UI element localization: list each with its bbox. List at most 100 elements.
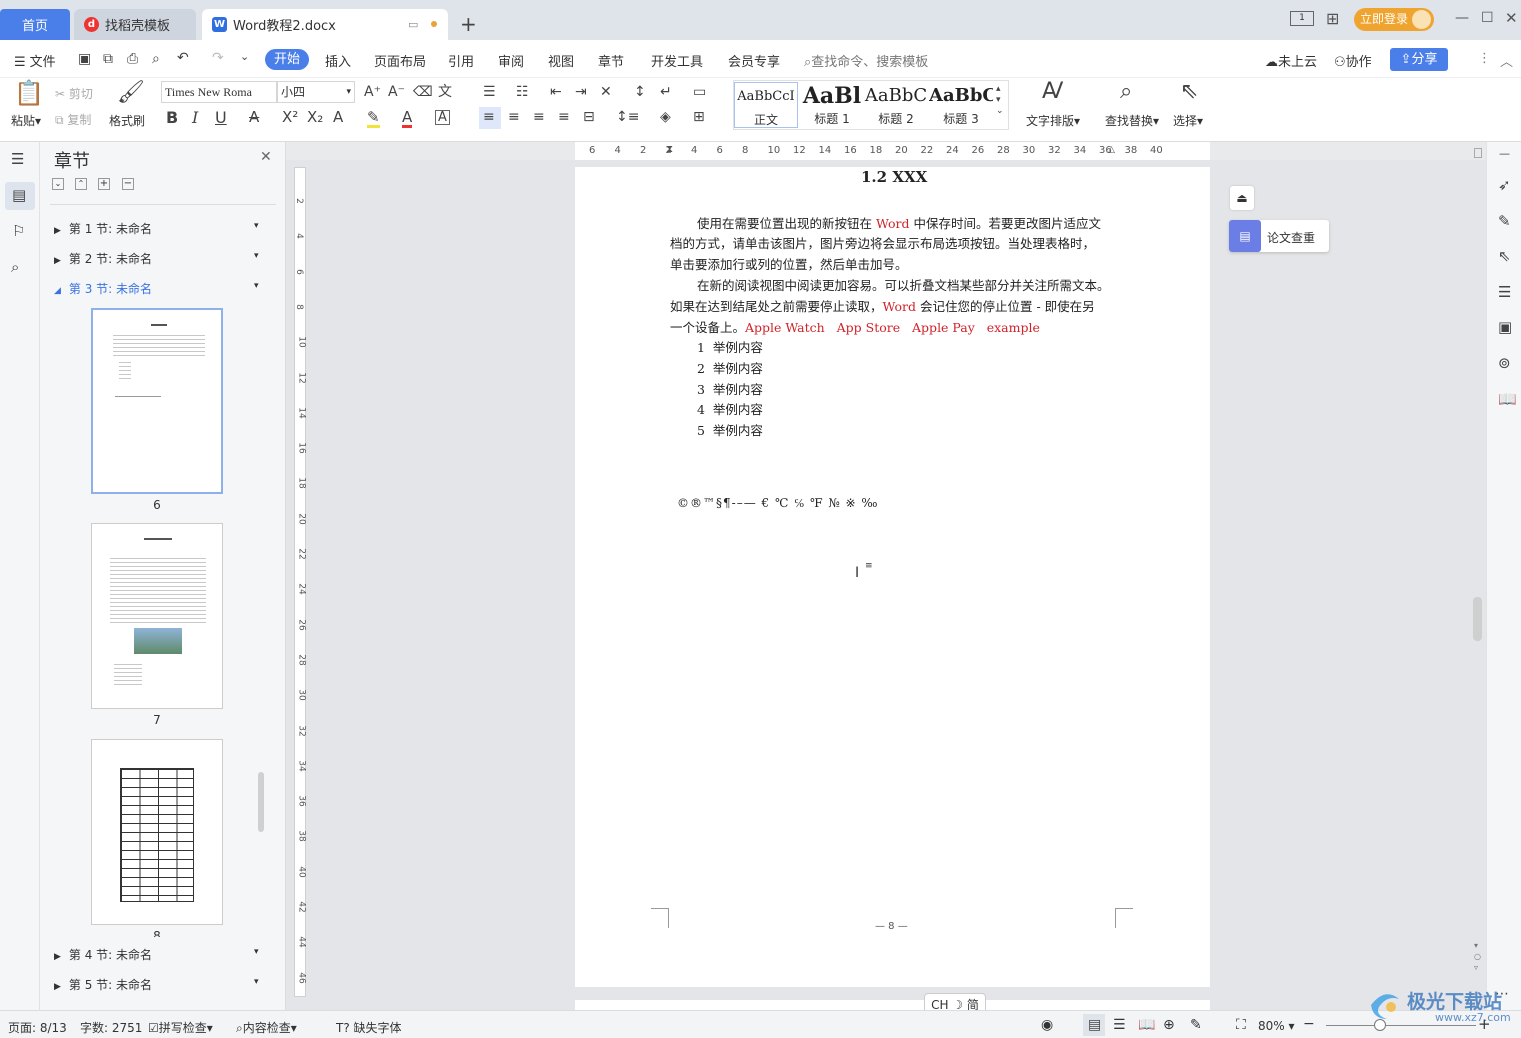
- section-item-4[interactable]: ▶ 第 4 节: 未命名 ▾: [54, 946, 259, 963]
- zoom-out-icon[interactable]: −: [1303, 1016, 1315, 1032]
- new-tab-plus-icon[interactable]: +: [460, 12, 477, 36]
- bullet-list-icon[interactable]: ☰: [483, 85, 496, 99]
- style-heading1[interactable]: AaBl 标题 1: [800, 82, 864, 128]
- italic-icon[interactable]: I: [192, 110, 198, 126]
- clear-format-icon[interactable]: ⌫: [413, 85, 433, 99]
- next-document-page[interactable]: [575, 1000, 1210, 1010]
- copy-button[interactable]: ⧉ 复制: [55, 111, 91, 128]
- book-icon[interactable]: 📖: [1498, 392, 1517, 407]
- tab-references[interactable]: 引用: [448, 51, 474, 70]
- select-button[interactable]: 选择▾: [1173, 112, 1203, 129]
- grow-font-icon[interactable]: A⁺: [364, 85, 381, 99]
- nav-search-icon[interactable]: ⌕: [11, 260, 19, 275]
- print-preview-icon[interactable]: ⌕: [152, 52, 160, 66]
- underline-icon[interactable]: U: [215, 110, 227, 126]
- style-heading3[interactable]: AaBbC 标题 3: [929, 82, 993, 128]
- minimize-icon[interactable]: —: [1455, 10, 1469, 26]
- collapse-ribbon-icon[interactable]: ︿: [1500, 51, 1513, 70]
- outline-view-icon[interactable]: ☰: [1113, 1017, 1126, 1033]
- find-replace-icon[interactable]: ⌕: [1120, 81, 1132, 103]
- style-heading2[interactable]: AaBbC 标题 2: [864, 82, 928, 128]
- add-section-icon[interactable]: +: [98, 178, 110, 190]
- section-menu-icon[interactable]: ▾: [254, 251, 259, 261]
- page-thumbnail-6[interactable]: [91, 308, 223, 494]
- align-center-icon[interactable]: ≡: [508, 110, 520, 124]
- collaborate-button[interactable]: ⚇协作: [1334, 51, 1372, 70]
- char-border-icon[interactable]: A: [435, 110, 450, 125]
- numbered-list-icon[interactable]: ☷: [516, 85, 529, 99]
- table-ruler-icon[interactable]: ▭: [693, 85, 706, 99]
- missing-font-button[interactable]: T? 缺失字体: [336, 1019, 402, 1036]
- collapse-right-icon[interactable]: —: [1499, 148, 1510, 159]
- format-painter-button[interactable]: 格式刷: [109, 112, 145, 129]
- read-view-icon[interactable]: 📖: [1138, 1017, 1155, 1033]
- find-replace-button[interactable]: 查找替换▾: [1105, 112, 1159, 129]
- section-menu-icon[interactable]: ▾: [254, 281, 259, 291]
- justify-icon[interactable]: ≡: [558, 110, 570, 124]
- page-thumbnail-8[interactable]: [91, 739, 223, 925]
- format-painter-icon[interactable]: 🖌: [117, 82, 145, 104]
- word-count[interactable]: 字数: 2751: [80, 1019, 142, 1036]
- close-window-icon[interactable]: ✕: [1505, 9, 1518, 27]
- section-menu-icon[interactable]: ▾: [254, 221, 259, 231]
- distributed-icon[interactable]: ⊟: [583, 110, 595, 124]
- content-check-button[interactable]: ⌕内容检查▾: [236, 1019, 297, 1036]
- zoom-select[interactable]: 80% ▾: [1258, 1019, 1295, 1033]
- remove-section-icon[interactable]: −: [122, 178, 134, 190]
- section-menu-icon[interactable]: ▾: [254, 947, 259, 957]
- increase-indent-icon[interactable]: ⇥: [575, 85, 587, 99]
- align-right-icon[interactable]: ≡: [533, 110, 545, 124]
- page-thumbnail-7[interactable]: [91, 523, 223, 709]
- export-pdf-icon[interactable]: ⧉: [103, 52, 113, 66]
- show-marks-icon[interactable]: ↵: [660, 85, 672, 99]
- font-size-select[interactable]: 小四 ▾: [277, 81, 355, 103]
- apps-grid-icon[interactable]: ⊞: [1326, 9, 1339, 28]
- sort-icon[interactable]: ↕: [634, 85, 646, 99]
- chinese-layout-icon[interactable]: ✕: [600, 85, 612, 99]
- superscript-icon[interactable]: X²: [282, 110, 298, 125]
- tab-chapter[interactable]: 章节: [598, 51, 624, 70]
- outline-icon[interactable]: ☰: [11, 152, 24, 167]
- font-name-select[interactable]: Times New Roma: [161, 81, 277, 103]
- expand-all-icon[interactable]: ⌃: [75, 178, 87, 190]
- borders-icon[interactable]: ⊞: [693, 110, 705, 124]
- vertical-ruler[interactable]: 2 4 6 8 10 12 14 16 18 20 22 24 26 28 30 32 34 36 38 40 42 44…: [294, 167, 307, 997]
- cut-button[interactable]: ✂ 剪切: [55, 85, 93, 102]
- command-search[interactable]: ⌕查找命令、搜索模板: [804, 51, 928, 70]
- section-menu-icon[interactable]: ▾: [254, 977, 259, 987]
- right-indent-marker-icon[interactable]: △: [1108, 145, 1115, 155]
- section-item-5[interactable]: ▶ 第 5 节: 未命名 ▾: [54, 976, 259, 993]
- share-button[interactable]: ⇪分享: [1390, 48, 1448, 71]
- text-effect-icon[interactable]: A: [333, 110, 343, 125]
- save-icon[interactable]: ▣: [78, 52, 91, 66]
- paste-button[interactable]: 粘贴▾: [11, 112, 41, 129]
- print-icon[interactable]: ⎙: [127, 52, 138, 66]
- paper-check-button[interactable]: ▤ 论文查重: [1229, 220, 1329, 252]
- undo-icon[interactable]: ↶: [177, 51, 189, 65]
- page-indicator[interactable]: 页面: 8/13: [8, 1019, 67, 1036]
- tab-insert[interactable]: 插入: [325, 51, 351, 70]
- text-layout-icon[interactable]: Ꜹ: [1042, 81, 1063, 103]
- shrink-font-icon[interactable]: A⁻: [388, 85, 405, 99]
- select-cursor-icon[interactable]: ⇖: [1180, 81, 1198, 103]
- image-edit-icon[interactable]: ▣: [1498, 320, 1512, 335]
- pen-icon[interactable]: ✎: [1498, 214, 1511, 229]
- tab-review[interactable]: 审阅: [498, 51, 524, 70]
- tab-developer[interactable]: 开发工具: [651, 51, 703, 70]
- rocket-icon[interactable]: ➶: [1498, 178, 1511, 193]
- decrease-indent-icon[interactable]: ⇤: [550, 85, 562, 99]
- highlight-icon[interactable]: ✎: [367, 110, 380, 128]
- bookmark-icon[interactable]: ⚐: [12, 224, 25, 239]
- style-normal[interactable]: AaBbCcI 正文: [734, 82, 798, 128]
- tab-page-layout[interactable]: 页面布局: [374, 51, 426, 70]
- spell-check-toggle[interactable]: ☑拼写检查▾: [148, 1019, 213, 1036]
- sliders-icon[interactable]: ☰: [1498, 285, 1511, 300]
- strikethrough-icon[interactable]: A: [249, 110, 259, 125]
- location-icon[interactable]: ⊚: [1498, 356, 1511, 371]
- vertical-scrollbar[interactable]: [1473, 597, 1482, 641]
- write-view-icon[interactable]: ✎: [1190, 1017, 1202, 1033]
- text-layout-button[interactable]: 文字排版▾: [1026, 112, 1080, 129]
- file-menu[interactable]: ☰ 文件: [14, 51, 56, 70]
- paste-icon[interactable]: 📋: [14, 81, 44, 105]
- phonetic-guide-icon[interactable]: 文: [438, 85, 452, 99]
